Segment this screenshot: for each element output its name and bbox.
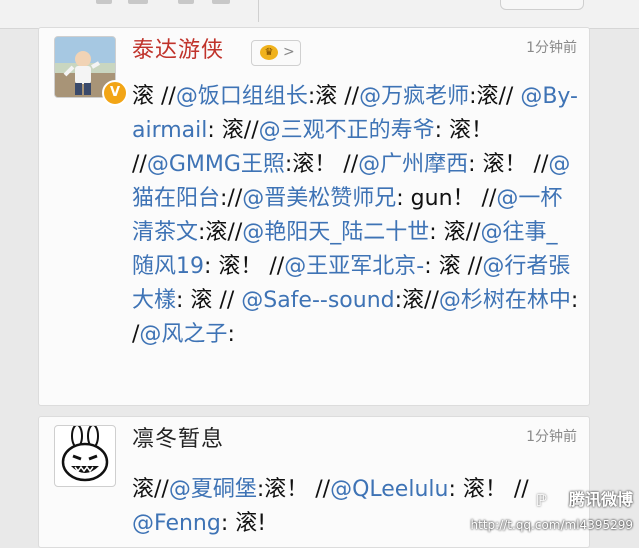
- post-text-fragment: :滚//: [198, 220, 243, 245]
- mention-link[interactable]: @三观不正的寿爷: [259, 118, 435, 143]
- author-name[interactable]: 泰达游侠: [132, 36, 224, 66]
- post-text-fragment: : 滚！ //: [468, 152, 549, 177]
- mention-link[interactable]: @广州摩西: [358, 152, 468, 177]
- mention-link[interactable]: @万疯老师: [359, 84, 469, 109]
- post-text-fragment: 滚 //: [132, 84, 176, 109]
- avatar[interactable]: [54, 425, 116, 487]
- post-text-fragment: :滚 //: [307, 84, 360, 109]
- post-time: 1分钟前: [526, 40, 577, 56]
- post-text-fragment: : gun！ //: [396, 186, 497, 211]
- post-text: 滚 //@饭口组组长:滚 //@万疯老师:滚// @By-airmail: 滚/…: [132, 80, 579, 352]
- mention-link[interactable]: @杉树在林中: [439, 288, 571, 313]
- mention-link[interactable]: @艳阳天_陆二十世: [242, 220, 429, 245]
- post-text-fragment: : 滚//: [207, 118, 259, 143]
- post-time: 1分钟前: [526, 429, 577, 445]
- post-text-fragment: :滚//: [394, 288, 439, 313]
- post-text-fragment: :滚！ //: [256, 477, 331, 502]
- post-text-fragment: 滚//: [132, 477, 169, 502]
- post-card: V 泰达游侠 ♛ > 1分钟前 滚 //@饭口组组长:滚 //@万疯老师:滚//…: [38, 27, 590, 406]
- post-text-fragment: : 滚 //: [176, 288, 242, 313]
- bunny-avatar: [61, 426, 109, 482]
- mention-link[interactable]: @饭口组组长: [176, 84, 308, 109]
- post-text-fragment: ://: [220, 186, 243, 211]
- post-text-fragment: : 滚!: [220, 511, 267, 536]
- mention-link[interactable]: @夏硐堡: [169, 477, 257, 502]
- top-action-button[interactable]: [500, 0, 584, 10]
- vip-badge-button[interactable]: ♛ >: [251, 40, 301, 66]
- mention-link[interactable]: @风之子: [139, 322, 227, 347]
- mention-link[interactable]: @QLeelulu: [330, 477, 448, 502]
- verified-v-icon: V: [102, 80, 128, 106]
- mention-link[interactable]: @晋美松赞师兄: [242, 186, 396, 211]
- mention-link[interactable]: @王亚军北京-: [284, 254, 424, 279]
- tencent-weibo-icon: ℙ: [535, 491, 547, 510]
- post-text-fragment: :滚！ //: [284, 152, 359, 177]
- watermark-brand: 腾讯微博: [568, 490, 633, 509]
- top-divider: [258, 0, 259, 22]
- chevron-right-icon: >: [283, 44, 295, 60]
- mention-link[interactable]: @Safe--sound: [241, 288, 394, 313]
- author-name[interactable]: 凛冬暂息: [132, 425, 224, 455]
- post-text-fragment: :滚//: [469, 84, 521, 109]
- mention-link[interactable]: @GMMG王照: [147, 152, 285, 177]
- mention-link[interactable]: @Fenng: [132, 511, 221, 536]
- post-text-fragment: : 滚！ //: [448, 477, 529, 502]
- top-bar: [0, 0, 639, 29]
- post-text-fragment: : 滚！ //: [204, 254, 285, 279]
- post-text-fragment: : 滚 //: [424, 254, 483, 279]
- crown-icon: ♛: [260, 45, 278, 60]
- post-text-fragment: :: [227, 322, 235, 347]
- post-text-fragment: : 滚//: [429, 220, 481, 245]
- watermark-url: http://t.qq.com/ml4395299: [470, 518, 633, 532]
